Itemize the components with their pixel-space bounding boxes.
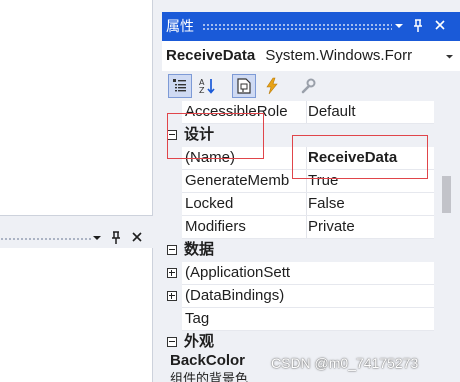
property-value[interactable]: False: [306, 193, 434, 215]
category-label: 数据: [184, 241, 215, 258]
properties-toolbar: A Z: [162, 71, 460, 101]
annotation-box-name-value: [292, 135, 428, 179]
vertical-scrollbar[interactable]: [434, 101, 460, 351]
properties-window: 属性 ReceiveData System.Windows.Forr A Z A…: [162, 12, 460, 382]
category-appearance[interactable]: 外观: [162, 331, 434, 351]
alphabetical-icon: A Z: [199, 78, 215, 95]
scrollbar-thumb[interactable]: [442, 176, 451, 213]
property-name: (ApplicationSett: [185, 264, 291, 281]
object-selector[interactable]: ReceiveData System.Windows.Forr: [166, 44, 460, 70]
dropdown-arrow-icon[interactable]: [445, 44, 454, 70]
drag-grip[interactable]: [202, 23, 392, 30]
property-name: Tag: [185, 310, 210, 327]
row-gutter: [162, 170, 182, 193]
row-gutter: [162, 308, 182, 331]
collapse-icon[interactable]: [167, 337, 177, 347]
pin-icon[interactable]: [412, 17, 424, 40]
tool-window-header[interactable]: [0, 228, 153, 248]
property-row-applicationsettings[interactable]: (ApplicationSett: [162, 262, 434, 285]
property-value[interactable]: Default: [306, 101, 434, 123]
categorized-icon: [173, 79, 186, 92]
property-name: Locked: [185, 195, 234, 212]
events-icon: [266, 77, 278, 95]
properties-button[interactable]: [232, 74, 256, 98]
expand-icon[interactable]: [167, 268, 177, 278]
splitter[interactable]: [0, 216, 160, 228]
alphabetical-button[interactable]: A Z: [196, 74, 220, 98]
property-name: (DataBindings): [185, 287, 285, 304]
row-gutter: [162, 193, 182, 216]
property-name: GenerateMemb: [185, 172, 290, 189]
annotation-box-name-label: [167, 113, 264, 159]
window-title: 属性: [166, 18, 194, 34]
drag-grip[interactable]: [0, 237, 91, 242]
property-row-tag[interactable]: Tag: [162, 308, 434, 331]
editor-area: [0, 0, 153, 216]
category-label: 外观: [184, 333, 215, 350]
expand-icon[interactable]: [167, 291, 177, 301]
property-row-modifiers[interactable]: Modifiers Private: [162, 216, 434, 239]
events-button[interactable]: [260, 74, 284, 98]
chevron-down-icon[interactable]: [394, 17, 404, 40]
property-row-databindings[interactable]: (DataBindings): [162, 285, 434, 308]
property-value[interactable]: Private: [306, 216, 434, 238]
categorized-button[interactable]: [168, 74, 192, 98]
property-row-locked[interactable]: Locked False: [162, 193, 434, 216]
row-gutter: [162, 216, 182, 239]
properties-icon: [237, 78, 251, 94]
tool-window-content: [0, 248, 153, 382]
watermark: CSDN @m0_74175273: [271, 355, 419, 371]
close-icon[interactable]: [434, 17, 446, 40]
properties-title-bar[interactable]: 属性: [162, 12, 460, 41]
description-title: BackColor: [170, 352, 246, 369]
description-text: 组件的背景色: [170, 371, 249, 382]
category-data[interactable]: 数据: [162, 239, 434, 262]
property-name: Modifiers: [185, 218, 246, 235]
object-type: System.Windows.Forr: [265, 47, 413, 64]
svg-text:Z: Z: [199, 86, 205, 95]
collapse-icon[interactable]: [167, 245, 177, 255]
property-pages-button[interactable]: [296, 74, 320, 98]
property-pages-icon: [301, 78, 316, 94]
object-name: ReceiveData: [166, 47, 256, 64]
